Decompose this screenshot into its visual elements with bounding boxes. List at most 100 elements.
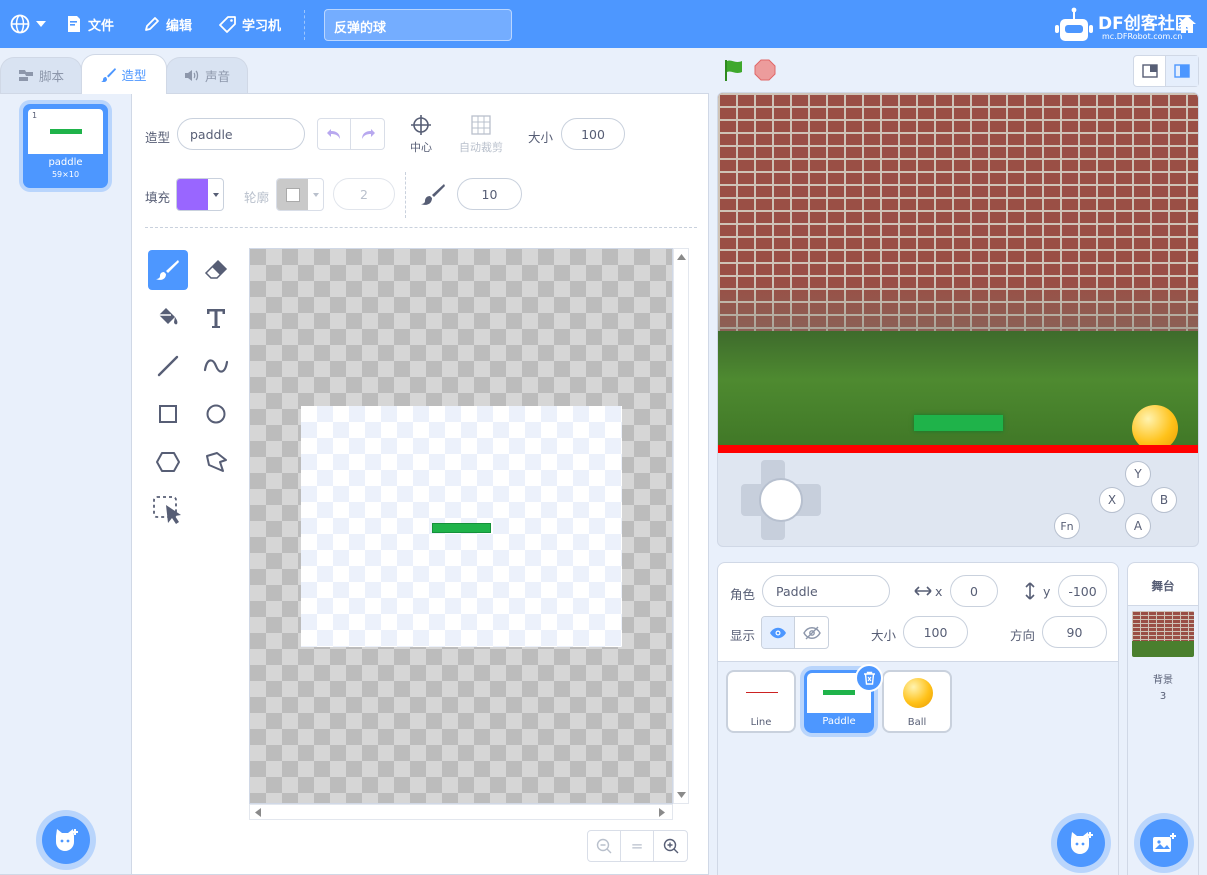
sprite-size-label: 大小: [871, 628, 897, 643]
costume-index: 1: [32, 111, 38, 120]
brush-tool[interactable]: [148, 250, 188, 290]
sprite-tile-ball[interactable]: Ball: [882, 670, 952, 733]
normal-stage-button[interactable]: [1166, 56, 1198, 86]
line-tool[interactable]: [148, 346, 188, 386]
redo-button[interactable]: [351, 119, 384, 149]
edit-menu[interactable]: 编辑: [144, 0, 192, 48]
gamepad-y-button[interactable]: Y: [1125, 461, 1151, 487]
fill-tool[interactable]: [148, 298, 188, 338]
paddle-sprite[interactable]: [914, 415, 1003, 431]
gamepad-b-button[interactable]: B: [1151, 487, 1177, 513]
learn-menu[interactable]: 学习机: [219, 0, 281, 48]
text-tool[interactable]: [196, 298, 236, 338]
visibility-toggle: [761, 616, 829, 649]
tab-costumes-label: 造型: [121, 68, 147, 83]
paddle-shape[interactable]: [432, 523, 491, 533]
tab-code-label: 脚本: [38, 69, 64, 84]
edit-menu-label: 编辑: [166, 18, 193, 34]
dfrobot-logo[interactable]: DF创客社区 mc.DFRobot.com.cn: [1054, 6, 1204, 44]
sprite-tile-line[interactable]: Line: [726, 670, 796, 733]
autocrop-button[interactable]: 自动裁剪: [454, 114, 508, 155]
choose-costume-button[interactable]: [42, 816, 90, 864]
x-input[interactable]: 0: [950, 575, 998, 607]
backdrop-label: 背景: [1153, 675, 1173, 686]
tab-code[interactable]: 脚本: [0, 57, 82, 93]
toolbar-bottom-divider: [145, 227, 697, 228]
stage-canvas[interactable]: [718, 93, 1198, 453]
cat-add-icon: [56, 829, 78, 851]
hexagon-icon: [156, 452, 180, 472]
direction-input[interactable]: 90: [1042, 616, 1107, 648]
tab-costumes[interactable]: 造型: [81, 54, 167, 94]
joystick-knob[interactable]: [759, 478, 803, 522]
vertical-scrollbar[interactable]: [673, 248, 689, 804]
select-tool[interactable]: [148, 490, 188, 530]
stage-target-pane[interactable]: 舞台 背景 3: [1127, 562, 1199, 875]
caret-down-icon: [36, 21, 46, 27]
scroll-down-icon: [677, 792, 686, 798]
circle-icon: [206, 404, 226, 424]
paint-bucket-icon: [159, 308, 178, 325]
zoom-out-button[interactable]: [588, 831, 621, 861]
scroll-right-icon: [659, 808, 665, 817]
costume-name-input[interactable]: paddle: [177, 118, 305, 150]
stop-button[interactable]: [754, 59, 776, 81]
choose-backdrop-button[interactable]: [1140, 819, 1188, 867]
outline-color-swatch: [277, 179, 308, 210]
y-label: y: [1043, 584, 1051, 599]
backdrop-thumbnail[interactable]: [1132, 611, 1194, 657]
scroll-left-icon: [255, 808, 261, 817]
zoom-controls: =: [587, 830, 688, 862]
show-label: 显示: [730, 628, 756, 643]
gamepad-x-button[interactable]: X: [1099, 487, 1125, 513]
file-menu[interactable]: 文件: [66, 0, 114, 48]
undo-icon: [327, 129, 340, 139]
outline-color-picker[interactable]: [276, 178, 324, 211]
paint-canvas[interactable]: [249, 248, 673, 804]
zoom-in-button[interactable]: [654, 831, 687, 861]
curve-tool[interactable]: [196, 346, 236, 386]
sprite-label: 角色: [730, 587, 756, 602]
costume-name: paddle: [48, 157, 83, 168]
crop-grid-icon: [471, 115, 491, 135]
file-icon: [68, 16, 80, 32]
brush-size-input[interactable]: 10: [457, 178, 522, 210]
gamepad-a-button[interactable]: A: [1125, 513, 1151, 539]
fill-color-picker[interactable]: [176, 178, 224, 211]
text-t-icon: [207, 309, 225, 328]
language-menu[interactable]: [10, 0, 46, 48]
green-flag-button[interactable]: [722, 58, 746, 82]
outline-width-input[interactable]: 2: [333, 178, 395, 210]
gamepad-fn-button[interactable]: Fn: [1054, 513, 1080, 539]
polygon-tool[interactable]: [148, 442, 188, 482]
hide-button[interactable]: [795, 617, 828, 648]
delete-sprite-button[interactable]: [855, 664, 883, 692]
costume-item[interactable]: 1 paddle 59×10: [23, 104, 108, 188]
line-sprite[interactable]: [718, 445, 1198, 453]
choose-sprite-button[interactable]: [1057, 819, 1105, 867]
zoom-in-icon: [663, 838, 679, 854]
rectangle-tool[interactable]: [148, 394, 188, 434]
reshape-tool[interactable]: [196, 442, 236, 482]
center-button[interactable]: 中心: [404, 114, 438, 155]
redo-icon: [361, 129, 375, 139]
y-input[interactable]: -100: [1058, 575, 1107, 607]
costume-thumbnail: 1: [28, 109, 103, 154]
horizontal-scrollbar[interactable]: [249, 804, 673, 820]
show-button[interactable]: [762, 617, 796, 648]
sprite-name-input[interactable]: Paddle: [762, 575, 890, 607]
eraser-icon: [204, 259, 228, 279]
size-label: 大小: [528, 130, 554, 145]
horizontal-arrows-icon: [914, 586, 932, 596]
circle-tool[interactable]: [196, 394, 236, 434]
project-title-input[interactable]: 反弹的球: [324, 9, 512, 41]
tab-sounds-label: 声音: [204, 69, 230, 84]
fill-color-swatch: [177, 179, 208, 210]
undo-button[interactable]: [318, 119, 352, 149]
small-stage-button[interactable]: [1134, 56, 1167, 86]
sprite-size-input[interactable]: 100: [903, 616, 968, 648]
tab-sounds[interactable]: 声音: [166, 57, 248, 93]
size-input[interactable]: 100: [561, 118, 625, 150]
zoom-reset-button[interactable]: =: [621, 831, 655, 861]
eraser-tool[interactable]: [196, 250, 236, 290]
